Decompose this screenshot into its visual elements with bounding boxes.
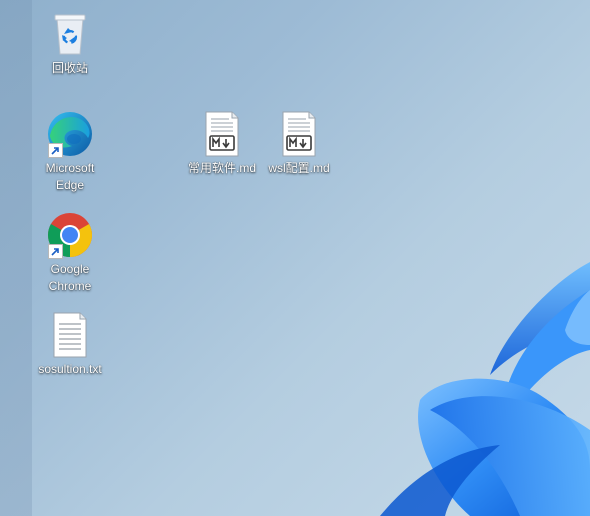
markdown-file-icon xyxy=(198,110,246,158)
desktop-icon-label: wsl配置.md xyxy=(268,161,330,175)
chrome-icon xyxy=(46,211,94,259)
markdown-file-icon xyxy=(275,110,323,158)
desktop-icon-edge[interactable]: Microsoft Edge xyxy=(32,110,108,194)
text-file-icon xyxy=(46,311,94,359)
desktop-icon-markdown-file-1[interactable]: 常用软件.md xyxy=(183,110,261,177)
desktop-icon-chrome[interactable]: Google Chrome xyxy=(32,211,108,295)
desktop-icon-label: 回收站 xyxy=(51,61,88,75)
desktop-icon-label: 常用软件.md xyxy=(187,161,256,175)
recycle-bin-icon xyxy=(46,10,94,58)
shortcut-arrow-icon xyxy=(48,143,63,158)
desktop-icon-label: sosultion.txt xyxy=(38,362,102,376)
shortcut-arrow-icon xyxy=(48,244,63,259)
desktop-icon-label: Google Chrome xyxy=(48,262,92,293)
desktop[interactable]: 回收站 Microsoft Edge Google Chrome sosulti… xyxy=(0,0,590,516)
desktop-icon-markdown-file-2[interactable]: wsl配置.md xyxy=(260,110,338,177)
desktop-icon-recycle-bin[interactable]: 回收站 xyxy=(32,10,108,77)
desktop-icon-label: Microsoft Edge xyxy=(45,161,95,192)
desktop-icon-text-file[interactable]: sosultion.txt xyxy=(32,311,108,378)
edge-icon xyxy=(46,110,94,158)
